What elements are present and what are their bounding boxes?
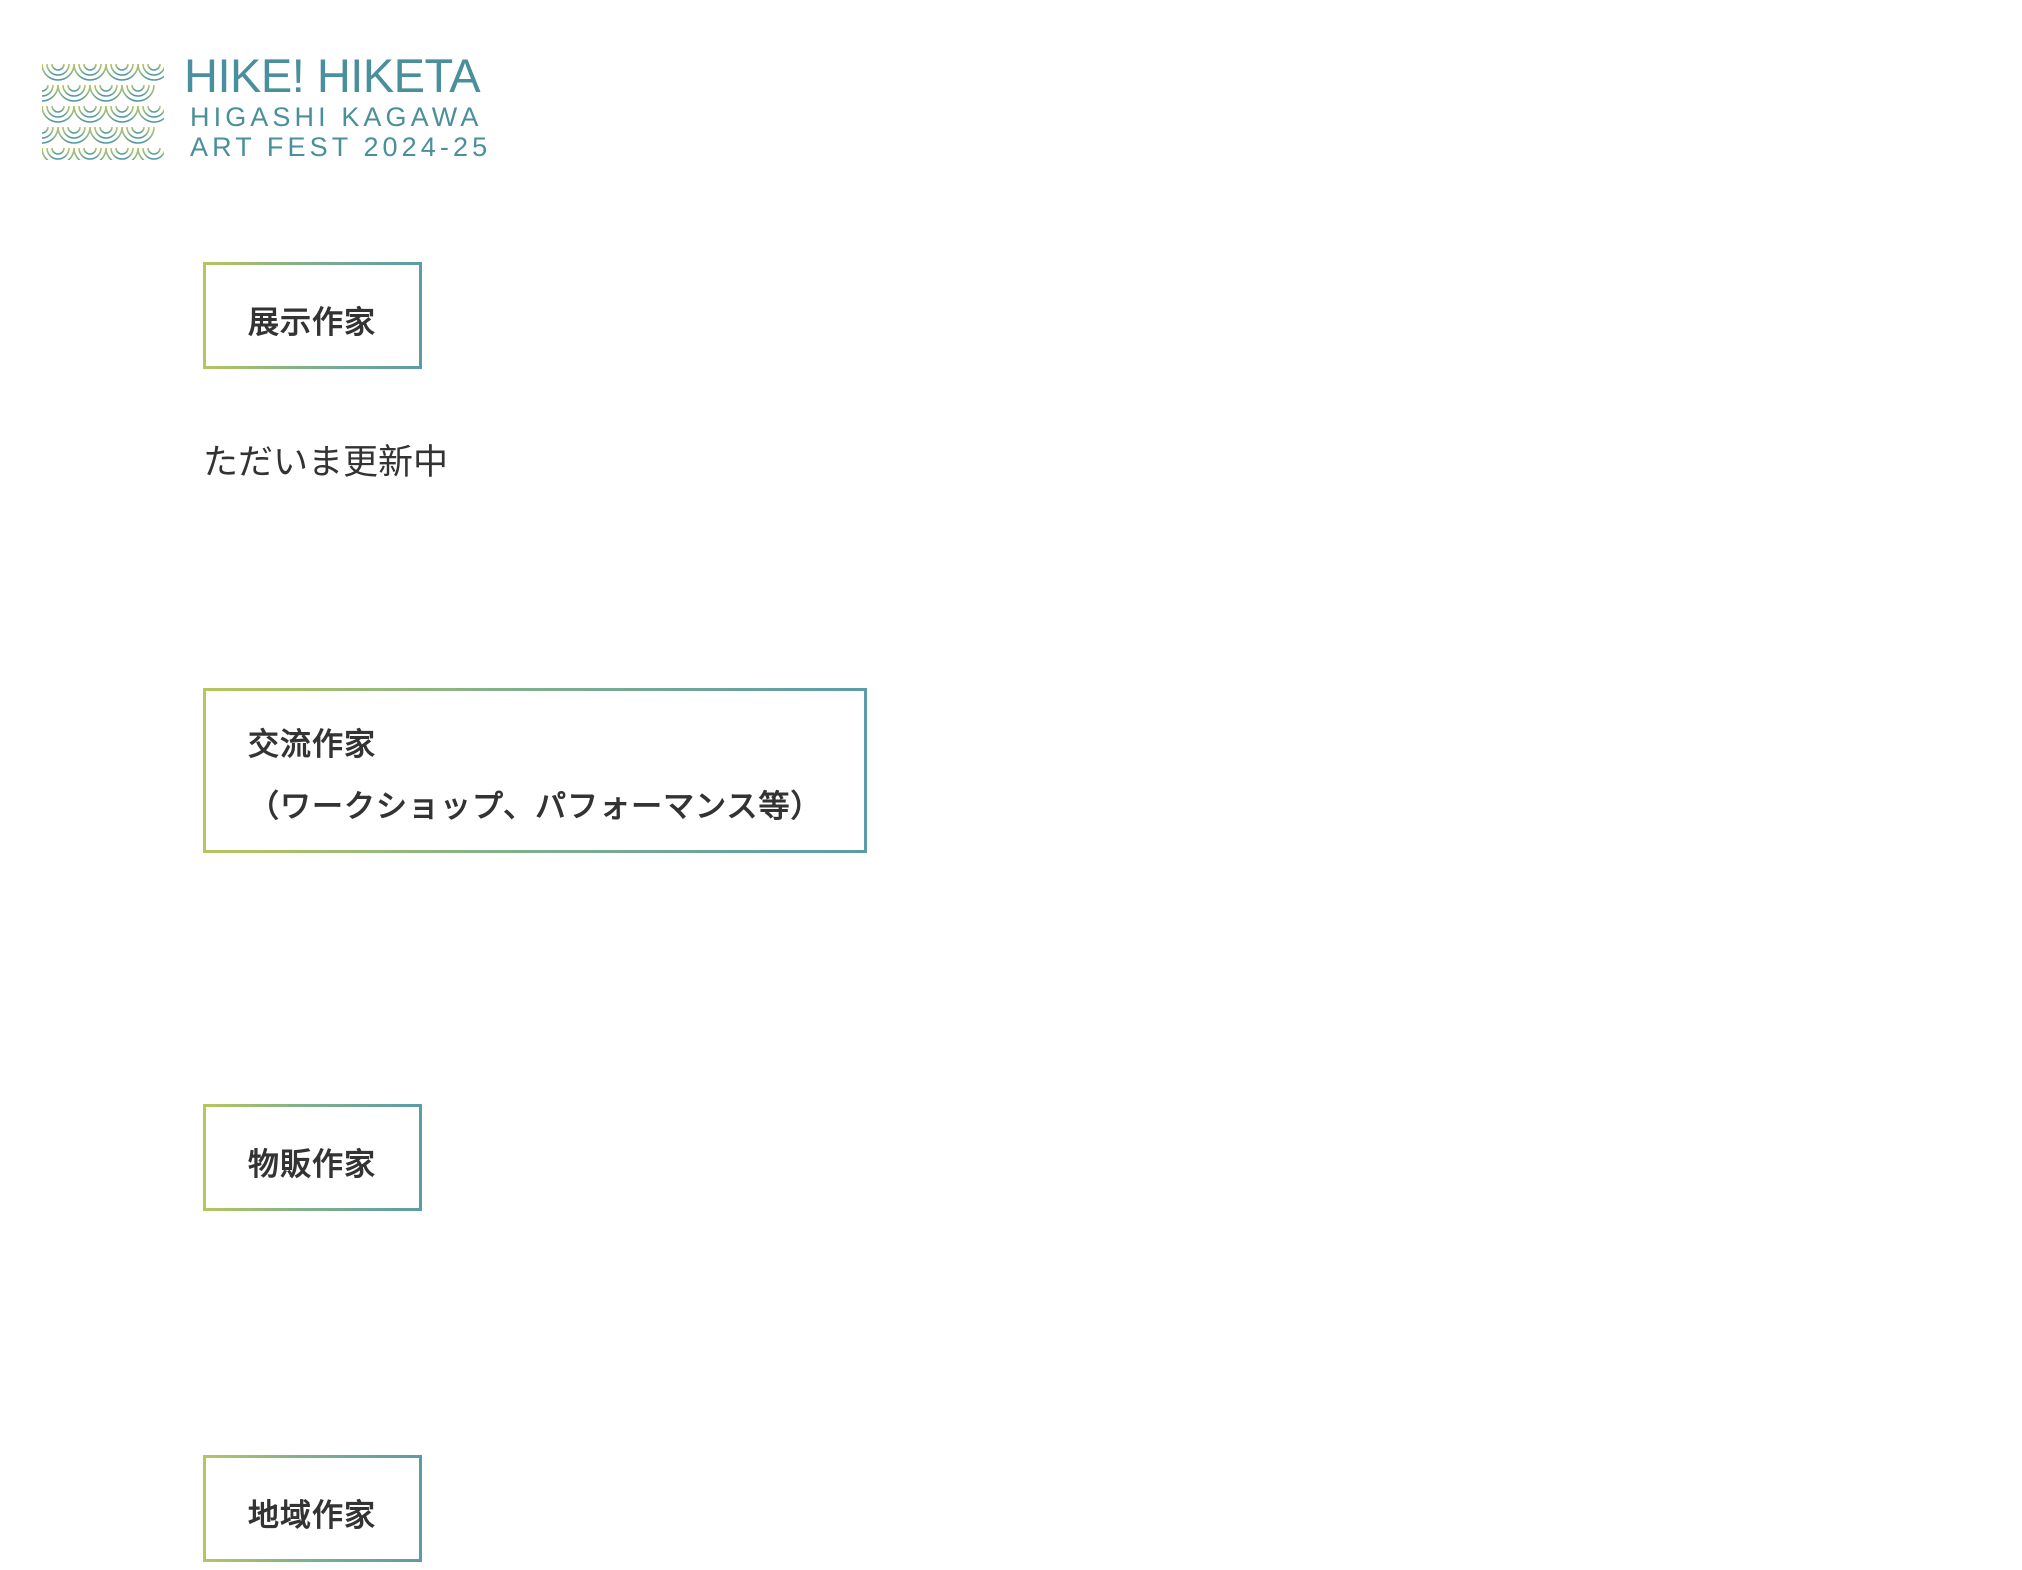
page: HIKE! HIKETA HIGASHI KAGAWA ART FEST 202… xyxy=(0,0,2022,1570)
section-heading-local-artists: 地域作家 xyxy=(203,1455,422,1562)
logo-text: HIKE! HIKETA HIGASHI KAGAWA ART FEST 202… xyxy=(184,49,492,163)
section-heading-label: 地域作家 xyxy=(248,1498,376,1534)
site-logo[interactable]: HIKE! HIKETA HIGASHI KAGAWA ART FEST 202… xyxy=(42,50,491,162)
section-heading-sublabel: （ワークショップ、パフォーマンス等） xyxy=(248,789,823,825)
section-heading-label: 交流作家 xyxy=(248,727,376,763)
section-heading-sales-artists: 物販作家 xyxy=(203,1104,422,1211)
section-heading-label: 物販作家 xyxy=(248,1147,376,1183)
section-heading-exchange-artists: 交流作家 （ワークショップ、パフォーマンス等） xyxy=(203,688,867,853)
section-heading-label: 展示作家 xyxy=(248,305,376,341)
logo-subtitle-line1: HIGASHI KAGAWA xyxy=(190,102,483,132)
logo-title: HIKE! HIKETA xyxy=(184,49,481,102)
wave-scale-pattern-icon xyxy=(42,63,164,160)
logo-subtitle-line2: ART FEST 2024-25 xyxy=(190,132,492,162)
updating-status-text: ただいま更新中 xyxy=(203,443,449,483)
section-heading-exhibit-artists: 展示作家 xyxy=(203,262,422,369)
